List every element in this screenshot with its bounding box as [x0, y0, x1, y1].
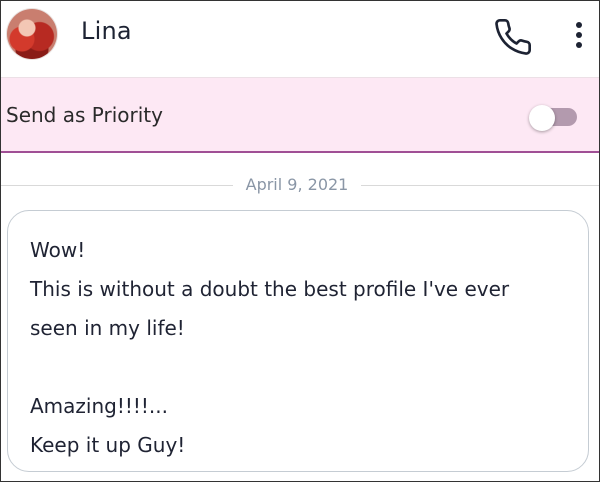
toggle-thumb	[529, 105, 555, 131]
priority-toggle[interactable]	[529, 105, 579, 131]
date-separator: April 9, 2021	[1, 173, 599, 197]
priority-label: Send as Priority	[6, 103, 163, 127]
contact-name[interactable]: Lina	[81, 17, 132, 45]
chat-screen: Lina Send as Priority April 9, 2021 Wow!…	[0, 0, 600, 482]
divider	[1, 185, 233, 186]
more-vertical-icon[interactable]	[567, 17, 591, 53]
chat-header: Lina	[1, 1, 599, 77]
avatar[interactable]	[7, 9, 57, 59]
message-bubble[interactable]: Wow! This is without a doubt the best pr…	[7, 210, 589, 472]
date-label: April 9, 2021	[245, 175, 349, 194]
message-text: Wow! This is without a doubt the best pr…	[30, 238, 510, 457]
divider	[361, 185, 599, 186]
phone-icon[interactable]	[491, 15, 535, 59]
priority-bar: Send as Priority	[1, 77, 599, 153]
